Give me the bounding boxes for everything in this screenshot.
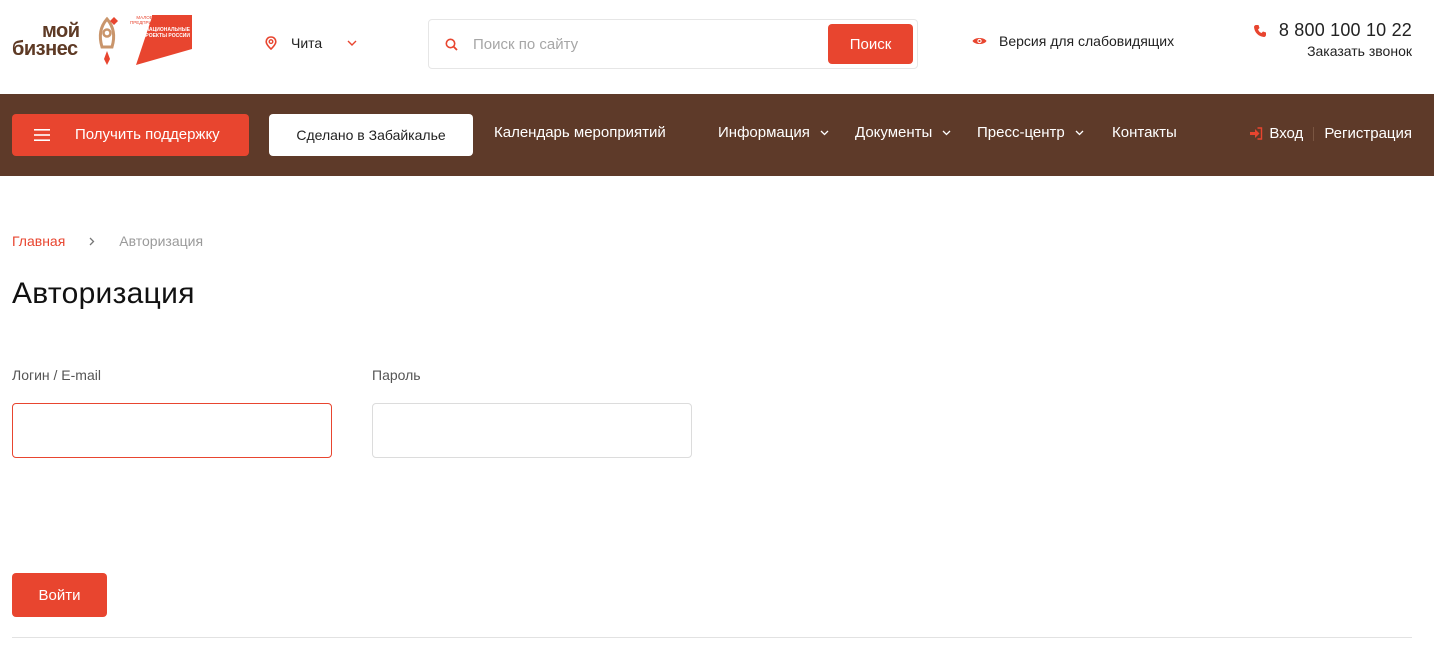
- chevron-down-icon: [942, 130, 951, 135]
- site-logo[interactable]: мой бизнес МАЛОЕ И СРЕДНЕЕ ПРЕДПРИНИМАТЕ…: [12, 15, 192, 67]
- login-link[interactable]: Вход: [1249, 125, 1303, 142]
- search-icon: [445, 38, 458, 51]
- nav-link-label: Календарь мероприятий: [494, 124, 666, 141]
- search-bar: Поиск: [428, 19, 918, 69]
- phone-icon: [1253, 24, 1266, 37]
- search-button[interactable]: Поиск: [828, 24, 913, 64]
- chevron-down-icon: [1075, 130, 1084, 135]
- location-pin-icon: [265, 36, 277, 50]
- nav-link-label: Информация: [718, 124, 810, 141]
- auth-separator: [1313, 126, 1315, 141]
- nav-link-events-calendar[interactable]: Календарь мероприятий: [494, 124, 666, 141]
- sign-in-icon: [1250, 127, 1263, 140]
- logo-flag-top-text: МАЛОЕ И СРЕДНЕЕ ПРЕДПРИНИМАТЕЛЬСТВО: [130, 15, 189, 25]
- city-name: Чита: [291, 35, 323, 51]
- nav-link-label: Документы: [855, 124, 933, 141]
- login-field-label: Логин / E-mail: [12, 367, 101, 383]
- nav-link-information[interactable]: Информация: [718, 124, 829, 141]
- phone-number: 8 800 100 10 22: [1278, 20, 1412, 40]
- callback-link[interactable]: Заказать звонок: [1253, 43, 1412, 59]
- logo-flag-text: НАЦИОНАЛЬНЫЕ ПРОЕКТЫ РОССИИ: [141, 27, 190, 39]
- low-vision-label: Версия для слабовидящих: [999, 33, 1175, 49]
- login-submit-button[interactable]: Войти: [12, 573, 107, 617]
- password-field-label: Пароль: [372, 367, 421, 383]
- breadcrumb-current: Авторизация: [119, 233, 204, 249]
- login-email-field[interactable]: [12, 403, 332, 458]
- low-vision-version-link[interactable]: Версия для слабовидящих: [972, 33, 1174, 49]
- login-label: Вход: [1269, 125, 1304, 142]
- city-selector[interactable]: Чита: [265, 33, 357, 53]
- page-title: Авторизация: [12, 277, 195, 310]
- register-link[interactable]: Регистрация: [1324, 125, 1412, 142]
- site-header: мой бизнес МАЛОЕ И СРЕДНЕЕ ПРЕДПРИНИМАТЕ…: [0, 0, 1434, 94]
- eye-icon: [972, 38, 987, 44]
- chevron-down-icon: [820, 130, 829, 135]
- phone-link[interactable]: 8 800 100 10 22: [1253, 20, 1412, 41]
- nav-link-label: Контакты: [1112, 124, 1177, 141]
- contact-block: 8 800 100 10 22 Заказать звонок: [1253, 20, 1412, 59]
- made-in-zabaikalye-button[interactable]: Сделано в Забайкалье: [269, 114, 473, 156]
- chevron-down-icon: [347, 40, 357, 46]
- breadcrumb-home-link[interactable]: Главная: [12, 233, 65, 249]
- get-support-button[interactable]: Получить поддержку: [12, 114, 249, 156]
- nav-link-label: Пресс-центр: [977, 124, 1065, 141]
- logo-word-biznes: бизнес: [12, 38, 78, 60]
- main-nav: Получить поддержку Сделано в Забайкалье …: [0, 94, 1434, 176]
- breadcrumb: Главная Авторизация: [12, 233, 203, 249]
- chevron-right-icon: [89, 237, 95, 245]
- divider: [12, 637, 1412, 638]
- rocket-icon: [98, 16, 118, 65]
- nav-link-contacts[interactable]: Контакты: [1112, 124, 1177, 141]
- get-support-label: Получить поддержку: [75, 126, 220, 143]
- nav-link-press-center[interactable]: Пресс-центр: [977, 124, 1084, 141]
- menu-icon: [34, 129, 50, 141]
- search-input[interactable]: [473, 28, 813, 60]
- nav-link-documents[interactable]: Документы: [855, 124, 951, 141]
- auth-links: Вход Регистрация: [1249, 125, 1412, 142]
- password-field[interactable]: [372, 403, 692, 458]
